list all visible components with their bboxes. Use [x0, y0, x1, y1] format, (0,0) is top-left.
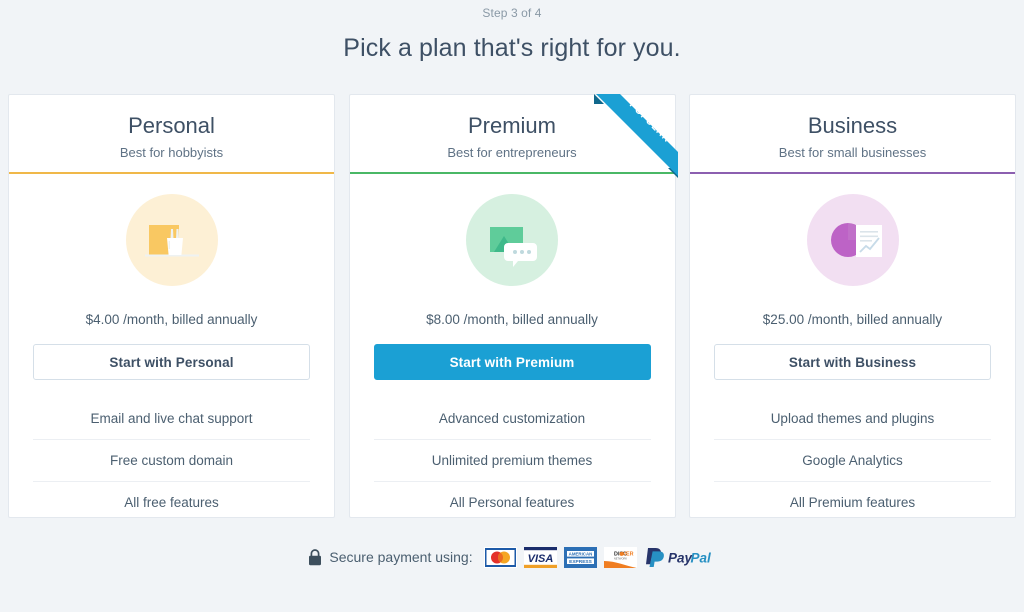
plan-body-premium: $8.00 /month, billed annually Start with… — [350, 174, 675, 523]
amex-logo: AMERICAN EXPRESS — [563, 546, 597, 568]
page-title: Pick a plan that's right for you. — [343, 34, 681, 62]
start-with-personal-button[interactable]: Start with Personal — [33, 344, 310, 381]
plan-card-personal[interactable]: Personal Best for hobbyists $4.00 /month… — [8, 94, 335, 518]
plan-price: $8.00 /month, billed annually — [426, 312, 598, 328]
feature-item: All Personal features — [373, 481, 651, 523]
mastercard-logo — [483, 546, 517, 568]
plan-name: Business — [807, 113, 898, 138]
lock-icon — [309, 548, 322, 565]
feature-item: All Premium features — [714, 481, 991, 523]
svg-text:AMERICAN: AMERICAN — [568, 551, 592, 556]
plan-header-business: Business Best for small businesses — [690, 95, 1015, 175]
feature-item: Upload themes and plugins — [770, 411, 935, 427]
feature-item: All free features — [33, 481, 310, 523]
feature-item: Advanced customization — [438, 411, 586, 427]
plan-body-personal: $4.00 /month, billed annually Start with… — [9, 174, 334, 523]
discover-logo: DISC VER NETWORK — [603, 546, 637, 568]
feature-list: Advanced customization Unlimited premium… — [373, 398, 651, 523]
visa-logo: VISA — [523, 546, 557, 568]
feature-list: Email and live chat support Free custom … — [33, 398, 310, 523]
plan-name: Premium — [467, 113, 556, 138]
plan-name: Personal — [128, 113, 215, 138]
plan-tagline: Best for hobbyists — [119, 145, 224, 161]
start-with-premium-button[interactable]: Start with Premium — [373, 344, 651, 381]
svg-text:NETWORK: NETWORK — [613, 556, 627, 560]
plan-tagline: Best for small businesses — [778, 145, 927, 161]
paypal-logo: Pay Pal — [645, 548, 711, 567]
plan-price: $4.00 /month, billed annually — [85, 312, 258, 328]
plan-price: $25.00 /month, billed annually — [762, 312, 943, 328]
plan-card-business[interactable]: Business Best for small businesses $25.0… — [689, 94, 1016, 518]
plan-header-personal: Personal Best for hobbyists — [9, 95, 334, 175]
plan-body-business: $25.00 /month, billed annually Start wit… — [690, 174, 1015, 523]
start-with-business-button[interactable]: Start with Business — [714, 344, 991, 381]
plan-list: Personal Best for hobbyists $4.00 /month… — [8, 94, 1016, 518]
feature-item: Google Analytics — [714, 439, 991, 481]
plan-card-premium[interactable]: POPULAR Premium Best for entrepreneurs $… — [348, 94, 678, 518]
feature-item: Unlimited premium themes — [373, 439, 651, 481]
svg-text:VISA: VISA — [527, 553, 553, 565]
plan-tagline: Best for entrepreneurs — [447, 145, 577, 161]
svg-text:Pal: Pal — [690, 551, 711, 566]
pricing-page: Step 3 of 4 Pick a plan that's right for… — [0, 0, 1024, 612]
chat-image-icon — [466, 194, 558, 287]
secure-payment-label: Secure payment using: — [329, 549, 473, 565]
feature-list: Upload themes and plugins Google Analyti… — [714, 398, 991, 523]
pencil-cup-icon — [125, 194, 218, 287]
plan-header-premium: Premium Best for entrepreneurs — [349, 95, 675, 175]
svg-text:EXPRESS: EXPRESS — [569, 559, 592, 565]
step-indicator: Step 3 of 4 — [482, 6, 542, 20]
feature-item: Free custom domain — [33, 439, 310, 481]
feature-item: Email and live chat support — [90, 411, 253, 427]
pie-chart-document-icon — [806, 194, 899, 287]
secure-payment-footer: Secure payment using: VISA AMERICAN EXPR… — [0, 546, 1024, 568]
